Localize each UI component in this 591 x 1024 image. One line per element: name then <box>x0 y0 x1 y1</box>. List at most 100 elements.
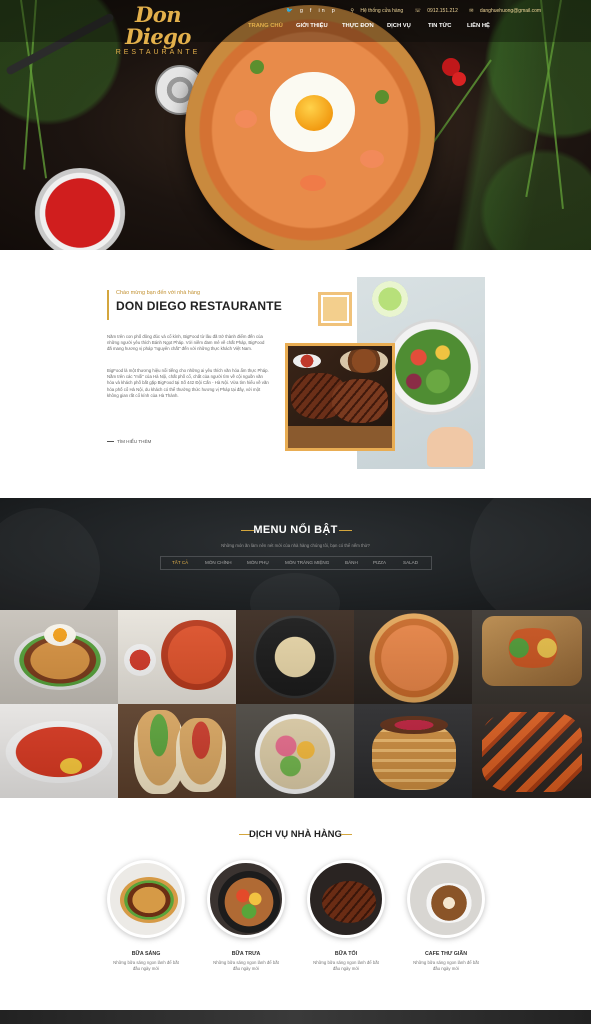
phone-text: 0912.151.212 <box>427 8 458 14</box>
salmon-topping <box>235 110 257 128</box>
filter-side[interactable]: MÓN PHỤ <box>247 560 269 565</box>
decor-square-fill <box>323 297 347 321</box>
service-desc: Những bữa sáng ngon lành để bắt đầu ngày… <box>413 960 479 971</box>
tomato-image <box>452 72 466 86</box>
service-card-breakfast[interactable]: BỮA SÁNG Những bữa sáng ngon lành để bắt… <box>106 860 186 972</box>
steak-photo <box>288 346 392 448</box>
steak-piece <box>332 379 388 423</box>
filter-dessert[interactable]: MÓN TRÁNG MIỆNG <box>285 560 329 565</box>
address-text: Hệ thống cửa hàng <box>360 8 404 14</box>
juice-glass <box>372 281 408 317</box>
service-card-lunch[interactable]: BỮA TRƯA Những bữa sáng ngon lành để bắt… <box>206 860 286 972</box>
cutting-board <box>288 426 392 448</box>
service-desc: Những bữa sáng ngon lành để bắt đầu ngày… <box>213 960 279 971</box>
gallery-item-shrimp[interactable] <box>472 704 591 798</box>
title-line-right <box>339 530 352 531</box>
gallery-item-pizza[interactable] <box>354 610 472 704</box>
coffee-cup-image <box>424 883 474 923</box>
title-accent-bar <box>107 290 109 320</box>
tile-shade <box>0 704 118 798</box>
about-title: DON DIEGO RESTAURANTE <box>116 299 282 313</box>
menu-section: MENU NỔI BẬT Những món ăn làm nên nét mớ… <box>0 498 591 610</box>
about-paragraph-2: BigFood là một thương hiệu nổi tiếng cho… <box>107 368 269 398</box>
google-plus-icon[interactable]: g <box>300 8 305 14</box>
footer-strip <box>0 1010 591 1024</box>
bg-plate <box>250 573 340 610</box>
address-link[interactable]: ⚲ Hệ thống cửa hàng <box>350 8 408 14</box>
nav-item-about[interactable]: GIỚI THIỆU <box>296 23 328 29</box>
pinterest-icon[interactable]: p <box>332 8 337 14</box>
learn-more-link[interactable]: TÌM HIỂU THÊM <box>107 439 151 444</box>
beans-bowl <box>340 349 388 373</box>
service-name: BỮA SÁNG <box>131 951 161 957</box>
service-card-cafe[interactable]: CAFE THƯ GIÃN Những bữa sáng ngon lành đ… <box>406 860 486 972</box>
steak-image <box>322 881 376 923</box>
tile-shade <box>236 704 354 798</box>
gallery-item-pasta[interactable] <box>236 610 354 704</box>
tile-shade <box>0 610 118 704</box>
filter-all[interactable]: TẤT CẢ <box>172 560 188 565</box>
filter-main[interactable]: MÓN CHÍNH <box>205 560 232 565</box>
bibimbap-image <box>218 871 280 933</box>
service-desc: Những bữa sáng ngon lành để bắt đầu ngày… <box>113 960 179 971</box>
gallery-item-skewers[interactable] <box>472 610 591 704</box>
tile-shade <box>354 610 472 704</box>
filter-pizza[interactable]: PIZZA <box>373 560 386 565</box>
nav-item-services[interactable]: DỊCH VỤ <box>387 23 411 29</box>
facebook-icon[interactable]: f <box>310 8 314 14</box>
filter-cake[interactable]: BÁNH <box>345 560 358 565</box>
title-line-right <box>341 834 352 835</box>
map-pin-icon: ⚲ <box>350 8 354 14</box>
mail-icon: ✉ <box>469 8 474 14</box>
salmon-topping <box>300 175 326 191</box>
service-name: BỮA TỐI <box>334 951 358 957</box>
salmon-topping <box>360 150 384 168</box>
lunch-photo <box>207 860 285 938</box>
dinner-photo <box>307 860 385 938</box>
menu-filter-bar: TẤT CẢ MÓN CHÍNH MÓN PHỤ MÓN TRÁNG MIỆNG… <box>160 556 432 570</box>
service-desc: Những bữa sáng ngon lành để bắt đầu ngày… <box>313 960 379 971</box>
menu-gallery <box>0 610 591 798</box>
gallery-item-crab[interactable] <box>118 610 236 704</box>
tile-shade <box>354 704 472 798</box>
gallery-item-wrap[interactable] <box>118 704 236 798</box>
services-section: DỊCH VỤ NHÀ HÀNG BỮA SÁNG Những bữa sáng… <box>0 798 591 1010</box>
menu-subtitle: Những món ăn làm nên nét mới của nhà hàn… <box>221 543 370 548</box>
service-name: BỮA TRƯA <box>231 951 261 957</box>
email-link[interactable]: ✉ danghuehuong@gmail.com <box>469 8 546 14</box>
main-nav: TRANG CHỦ GIỚI THIỆU THỰC ĐƠN DỊCH VỤ TI… <box>236 23 591 35</box>
hand-with-fork <box>427 427 473 467</box>
nav-item-menu[interactable]: THỰC ĐƠN <box>342 23 374 29</box>
logo-subtitle: RESTAURANTE <box>115 49 201 56</box>
services-title: DỊCH VỤ NHÀ HÀNG <box>249 829 342 840</box>
phone-icon: ☏ <box>414 8 421 14</box>
salad-plate <box>385 319 481 415</box>
nav-item-home[interactable]: TRANG CHỦ <box>248 23 283 29</box>
gallery-item-bowl[interactable] <box>236 704 354 798</box>
menu-title: MENU NỔI BẬT <box>253 524 338 536</box>
filter-salad[interactable]: SALAD <box>403 560 418 565</box>
site-header: Don Diego RESTAURANTE 🐦 g f in p ⚲ Hệ thống … <box>0 0 591 56</box>
phone-link[interactable]: ☏ 0912.151.212 <box>415 8 463 14</box>
tile-shade <box>472 704 591 798</box>
gallery-item-burger[interactable] <box>0 610 118 704</box>
gallery-item-pancakes[interactable] <box>354 704 472 798</box>
about-paragraph-1-text: Năm trên con phố đông đúc và cổ kính, Bi… <box>107 334 265 352</box>
about-section: Chào mừng bạn đến với nhà hàng DON DIEGO… <box>0 250 591 498</box>
twitter-icon[interactable]: 🐦 <box>286 8 295 14</box>
herb-topping <box>375 90 389 104</box>
nav-item-contact[interactable]: LIÊN HỆ <box>467 23 490 29</box>
site-logo[interactable]: Don Diego RESTAURANTE <box>106 4 210 57</box>
burger-image <box>120 877 178 923</box>
gallery-item-lobster[interactable] <box>0 704 118 798</box>
linkedin-icon[interactable]: in <box>318 8 326 14</box>
tile-shade <box>118 704 236 798</box>
service-card-dinner[interactable]: BỮA TỐI Những bữa sáng ngon lành để bắt … <box>306 860 386 972</box>
top-contacts: 🐦 g f in p ⚲ Hệ thống cửa hàng ☏ 0912.151.21… <box>286 8 586 14</box>
tile-shade <box>118 610 236 704</box>
nav-item-news[interactable]: TIN TỨC <box>428 23 452 29</box>
sauce-cup <box>293 354 321 368</box>
breakfast-photo <box>107 860 185 938</box>
service-name: CAFE THƯ GIÃN <box>424 951 468 957</box>
email-text: danghuehuong@gmail.com <box>479 8 542 14</box>
